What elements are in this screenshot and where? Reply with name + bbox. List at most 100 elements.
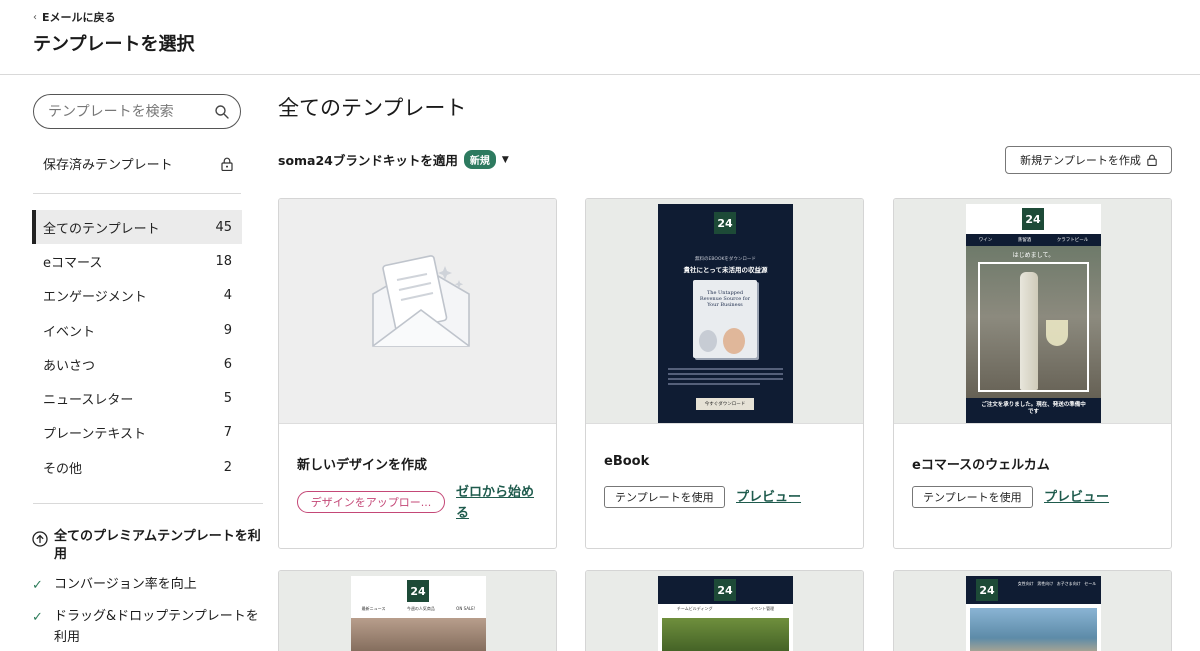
nav-item: イベント管理 — [750, 606, 775, 611]
sidebar-divider — [33, 193, 241, 194]
new-template-label: 新規テンプレートを作成 — [1020, 154, 1141, 167]
template-card[interactable]: 24 女性向け 男性向け お子さま向け セール — [893, 570, 1172, 651]
template-card[interactable]: 24 チームビルディング イベント管理 — [585, 570, 864, 651]
card-title: 新しいデザインを作成 — [297, 458, 428, 473]
lock-icon — [1147, 154, 1157, 166]
person-image — [723, 328, 745, 354]
premium-title[interactable]: 全てのプレミアムテンプレートを利用 — [32, 528, 262, 564]
email-nav: ワイン 蒸留酒 クラフトビール — [966, 234, 1101, 246]
template-card-new-design[interactable]: 新しいデザインを作成 デザインをアップロー... ゼロから始める — [278, 198, 557, 549]
brand-logo: 24 — [976, 579, 998, 601]
back-to-email-link[interactable]: ‹ Eメールに戻る — [33, 9, 116, 25]
caret-down-icon: ▼ — [501, 154, 509, 165]
category-label: 全てのテンプレート — [43, 221, 160, 237]
category-item-plain-text[interactable]: プレーンテキスト 7 — [32, 416, 242, 450]
card-thumbnail — [279, 199, 556, 424]
brand-kit-label: soma24ブランドキットを適用 — [278, 153, 458, 168]
category-count: 4 — [223, 288, 232, 304]
photo-frame — [978, 262, 1089, 392]
email-preview: 24 女性向け 男性向け お子さま向け セール — [966, 576, 1101, 651]
category-count: 45 — [215, 219, 232, 235]
nav-item: ワイン — [978, 238, 993, 243]
saved-templates-item[interactable]: 保存済みテンプレート — [43, 154, 233, 173]
email-preview: 24 最新ニュース 今週の人気商品 ON SALE! — [351, 576, 486, 651]
email-greeting: はじめまして。 — [1012, 252, 1055, 259]
body-text-lines — [668, 368, 783, 385]
category-count: 2 — [223, 459, 232, 475]
start-from-scratch-link[interactable]: ゼロから始める — [456, 482, 542, 524]
category-item-engagement[interactable]: エンゲージメント 4 — [32, 279, 242, 313]
saved-templates-label: 保存済みテンプレート — [43, 158, 173, 173]
category-label: プレーンテキスト — [43, 427, 146, 443]
ebook-kicker: 無料のEBOOKをダウンロード — [695, 257, 756, 262]
search-box — [33, 94, 241, 129]
category-item-all[interactable]: 全てのテンプレート 45 — [32, 210, 242, 245]
ebook-headline: 貴社にとって未活用の収益源 — [683, 266, 768, 274]
new-badge: 新規 — [463, 150, 496, 169]
arrow-up-circle-icon — [32, 531, 48, 547]
preview-link[interactable]: プレビュー — [736, 486, 801, 505]
search-input[interactable] — [48, 103, 214, 120]
nav-item: セール — [1084, 581, 1097, 586]
new-template-button[interactable]: 新規テンプレートを作成 — [1005, 146, 1172, 174]
email-nav: 最新ニュース 今週の人気商品 ON SALE! — [351, 606, 486, 612]
card-thumbnail: 24 無料のEBOOKをダウンロード 貴社にとって未活用の収益源 The Unt… — [586, 199, 863, 424]
template-card[interactable]: 24 最新ニュース 今週の人気商品 ON SALE! — [278, 570, 557, 651]
category-item-newsletter[interactable]: ニュースレター 5 — [32, 381, 242, 415]
email-preview: 24 チームビルディング イベント管理 — [658, 576, 793, 651]
premium-title-text: 全てのプレミアムテンプレートを利用 — [54, 529, 261, 562]
category-label: eコマース — [43, 255, 103, 271]
category-list: 全てのテンプレート 45 eコマース 18 エンゲージメント 4 イベント 9 … — [32, 210, 242, 484]
wine-glass — [1046, 320, 1068, 346]
brand-logo: 24 — [714, 579, 736, 601]
card-thumbnail: 24 最新ニュース 今週の人気商品 ON SALE! — [279, 571, 556, 651]
use-template-button[interactable]: テンプレートを使用 — [912, 486, 1033, 508]
email-preview-ecommerce: 24 ワイン 蒸留酒 クラフトビール はじめまして。 ご注文を承りました。現在、… — [966, 204, 1101, 423]
premium-benefit-text: ドラッグ&ドロップテンプレートを利用 — [54, 609, 259, 645]
check-icon: ✓ — [32, 610, 43, 625]
ebook-cta-button: 今すぐダウンロード — [696, 398, 754, 410]
section-title: 全てのテンプレート — [278, 96, 467, 120]
nav-item: お子さま向け — [1056, 581, 1081, 586]
category-count: 5 — [223, 391, 232, 407]
upload-design-button[interactable]: デザインをアップロー... — [297, 491, 445, 513]
category-item-event[interactable]: イベント 9 — [32, 313, 242, 347]
premium-benefit: ✓ コンバージョン率を向上 — [32, 574, 262, 596]
category-item-ecommerce[interactable]: eコマース 18 — [32, 244, 242, 278]
nav-item: 女性向け — [1017, 581, 1034, 586]
email-preview-ebook: 24 無料のEBOOKをダウンロード 貴社にとって未活用の収益源 The Unt… — [658, 204, 793, 423]
category-item-greetings[interactable]: あいさつ 6 — [32, 347, 242, 381]
ebook-book-title: The Untapped Revenue Source for Your Bus… — [699, 290, 751, 308]
preview-link[interactable]: プレビュー — [1044, 486, 1109, 505]
nav-item: 今週の人気商品 — [406, 606, 435, 611]
brand-kit-dropdown[interactable]: soma24ブランドキットを適用 新規 ▼ — [278, 150, 509, 169]
category-label: あいさつ — [43, 358, 96, 374]
template-card-ebook[interactable]: 24 無料のEBOOKをダウンロード 貴社にとって未活用の収益源 The Unt… — [585, 198, 864, 549]
premium-benefit: ✓ ドラッグ&ドロップテンプレートを利用 — [32, 606, 262, 648]
template-card-ecommerce-welcome[interactable]: 24 ワイン 蒸留酒 クラフトビール はじめまして。 ご注文を承りました。現在、… — [893, 198, 1172, 549]
card-thumbnail: 24 チームビルディング イベント管理 — [586, 571, 863, 651]
card-thumbnail: 24 ワイン 蒸留酒 クラフトビール はじめまして。 ご注文を承りました。現在、… — [894, 199, 1171, 424]
card-title: eコマースのウェルカム — [912, 458, 1050, 473]
wine-bottle — [1020, 272, 1038, 390]
nav-item: チームビルディング — [676, 606, 713, 611]
email-nav: 女性向け 男性向け お子さま向け セール — [1016, 580, 1098, 588]
page-title: テンプレートを選択 — [33, 34, 195, 55]
nav-item: 最新ニュース — [361, 606, 386, 611]
check-icon: ✓ — [32, 578, 43, 593]
premium-benefit-text: コンバージョン率を向上 — [54, 577, 197, 592]
email-photo — [351, 618, 486, 651]
email-photo — [970, 608, 1097, 651]
email-nav: チームビルディング イベント管理 — [658, 606, 793, 612]
chevron-left-icon: ‹ — [33, 11, 37, 23]
card-title: eBook — [604, 454, 650, 469]
category-label: イベント — [43, 324, 96, 340]
brand-logo: 24 — [1022, 208, 1044, 230]
use-template-button[interactable]: テンプレートを使用 — [604, 486, 725, 508]
brand-logo: 24 — [714, 212, 736, 234]
category-label: エンゲージメント — [43, 290, 147, 306]
header: ‹ Eメールに戻る テンプレートを選択 — [0, 0, 1200, 75]
category-item-other[interactable]: その他 2 — [32, 450, 242, 484]
premium-promo: 全てのプレミアムテンプレートを利用 ✓ コンバージョン率を向上 ✓ ドラッグ&ド… — [32, 528, 262, 648]
search-icon[interactable] — [214, 104, 230, 120]
